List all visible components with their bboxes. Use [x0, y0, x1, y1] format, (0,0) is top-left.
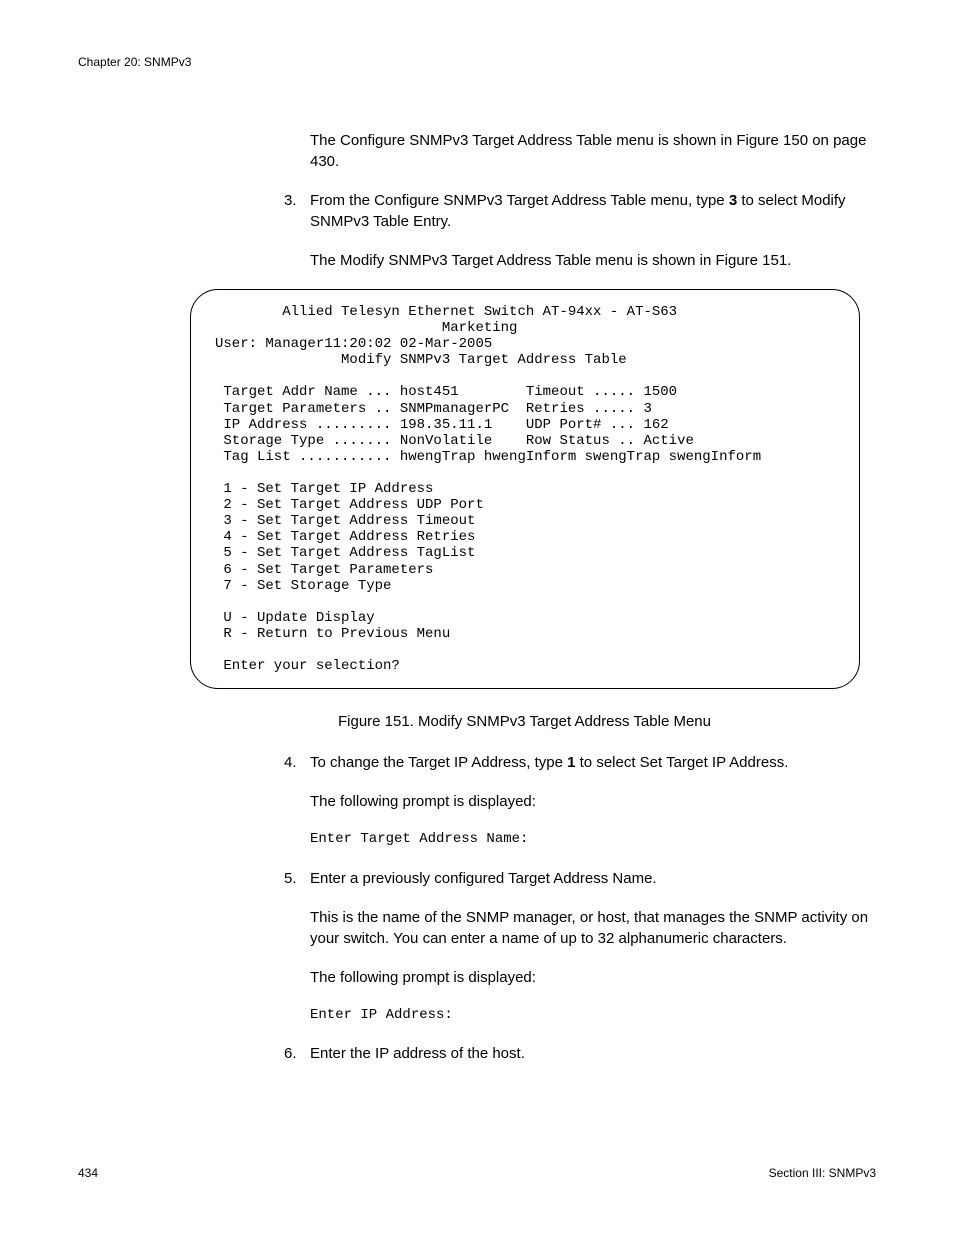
terminal-text: Allied Telesyn Ethernet Switch AT-94xx -… [215, 304, 835, 674]
page-content: The Configure SNMPv3 Target Address Tabl… [78, 115, 876, 1082]
step-body: Enter the IP address of the host. [310, 1043, 876, 1064]
step-number: 6. [284, 1043, 310, 1064]
step-3: 3. From the Configure SNMPv3 Target Addr… [284, 190, 876, 271]
step-6: 6. Enter the IP address of the host. [284, 1043, 876, 1064]
step-body: Enter a previously configured Target Add… [310, 868, 876, 1026]
step-body: To change the Target IP Address, type 1 … [310, 752, 876, 850]
text: To change the Target IP Address, type [310, 754, 567, 771]
step-body: From the Configure SNMPv3 Target Address… [310, 190, 876, 271]
step-5-line3: The following prompt is displayed: [310, 967, 876, 988]
step-5-prompt: Enter IP Address: [310, 1006, 876, 1026]
step-3-line2: The Modify SNMPv3 Target Address Table m… [310, 250, 876, 271]
section-label: Section III: SNMPv3 [769, 1166, 876, 1180]
text: From the Configure SNMPv3 Target Address… [310, 192, 729, 209]
step-4-line1: To change the Target IP Address, type 1 … [310, 752, 876, 773]
step-number: 4. [284, 752, 310, 850]
terminal-menu-box: Allied Telesyn Ethernet Switch AT-94xx -… [190, 289, 860, 689]
step-3-line1: From the Configure SNMPv3 Target Address… [310, 190, 876, 232]
step-6-line1: Enter the IP address of the host. [310, 1043, 876, 1064]
intro-paragraph: The Configure SNMPv3 Target Address Tabl… [310, 130, 876, 172]
page-number: 434 [78, 1166, 98, 1180]
step-4: 4. To change the Target IP Address, type… [284, 752, 876, 850]
step-4-prompt: Enter Target Address Name: [310, 830, 876, 850]
step-5-line2: This is the name of the SNMP manager, or… [310, 907, 876, 949]
step-number: 5. [284, 868, 310, 1026]
page-header: Chapter 20: SNMPv3 [78, 55, 191, 69]
step-5: 5. Enter a previously configured Target … [284, 868, 876, 1026]
bold-key: 3 [729, 192, 737, 209]
step-5-line1: Enter a previously configured Target Add… [310, 868, 876, 889]
chapter-label: Chapter 20: SNMPv3 [78, 55, 191, 69]
text: to select Set Target IP Address. [575, 754, 788, 771]
step-number: 3. [284, 190, 310, 271]
step-4-line2: The following prompt is displayed: [310, 791, 876, 812]
figure-caption: Figure 151. Modify SNMPv3 Target Address… [338, 713, 876, 730]
